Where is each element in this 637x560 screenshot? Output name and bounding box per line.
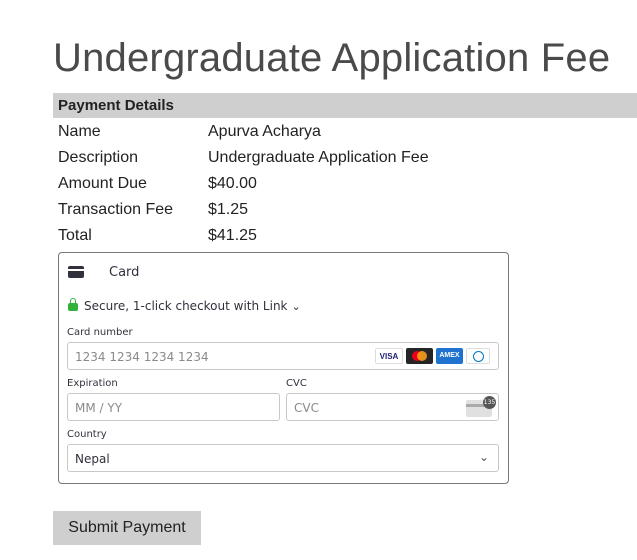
expiration-placeholder: MM / YY	[75, 401, 123, 415]
expiration-input[interactable]: MM / YY	[67, 393, 280, 421]
cvc-badge: 135	[483, 396, 496, 409]
expiration-label: Expiration	[67, 378, 118, 389]
credit-card-icon	[68, 266, 84, 278]
detail-value: $1.25	[208, 201, 249, 218]
link-checkout-text: Secure, 1-click checkout with Link	[84, 299, 288, 313]
cvc-card-icon: 135	[466, 396, 496, 417]
detail-value: Undergraduate Application Fee	[208, 149, 429, 166]
submit-payment-button[interactable]: Submit Payment	[53, 511, 201, 545]
card-tab-label: Card	[109, 265, 140, 280]
payment-details-heading: Payment Details	[58, 97, 174, 114]
detail-label: Name	[58, 123, 101, 140]
lock-icon	[68, 298, 78, 311]
country-value: Nepal	[75, 452, 110, 466]
visa-icon: VISA	[375, 348, 403, 364]
detail-value: Apurva Acharya	[208, 123, 321, 140]
country-label: Country	[67, 429, 107, 440]
card-payment-form: Card Secure, 1-click checkout with Link ⌄…	[58, 252, 509, 484]
chevron-down-icon: ⌄	[291, 300, 301, 313]
card-number-placeholder: 1234 1234 1234 1234	[75, 350, 209, 364]
card-number-input[interactable]: 1234 1234 1234 1234 VISA AMEX	[67, 342, 499, 370]
detail-label: Amount Due	[58, 175, 147, 192]
detail-label: Transaction Fee	[58, 201, 174, 218]
mastercard-icon	[406, 348, 433, 364]
page-title: Undergraduate Application Fee	[53, 36, 611, 80]
detail-label: Total	[58, 227, 92, 244]
detail-value: $41.25	[208, 227, 257, 244]
payment-details-header: Payment Details	[53, 93, 637, 118]
cvc-input[interactable]: CVC 135	[286, 393, 499, 421]
country-select[interactable]: Nepal ⌄	[67, 444, 499, 472]
detail-label: Description	[58, 149, 139, 166]
chevron-down-icon: ⌄	[478, 450, 489, 464]
card-number-label: Card number	[67, 327, 133, 338]
amex-icon: AMEX	[436, 348, 463, 364]
link-checkout-toggle[interactable]: Secure, 1-click checkout with Link ⌄	[68, 298, 301, 313]
cvc-placeholder: CVC	[294, 401, 319, 415]
diners-icon	[466, 348, 490, 364]
detail-value: $40.00	[208, 175, 257, 192]
cvc-label: CVC	[286, 378, 307, 389]
